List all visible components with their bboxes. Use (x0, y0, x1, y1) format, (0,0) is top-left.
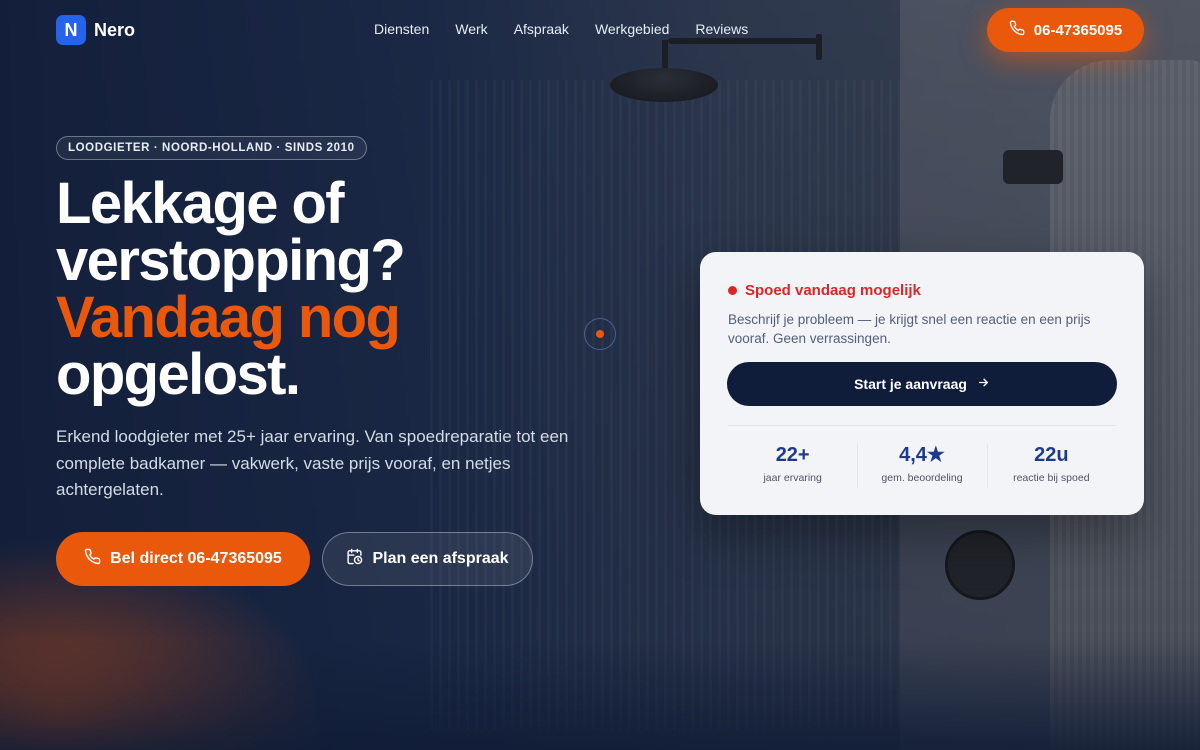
stat-value: 22+ (775, 444, 810, 466)
hero-headline: Lekkage of verstopping? Vandaag nog opge… (56, 171, 616, 407)
nav-item-werkgebied[interactable]: Werkgebied (595, 21, 669, 37)
phone-icon (1009, 20, 1025, 40)
stats-row: 22+ jaar ervaring 4,4★ gem. beoordeling … (728, 442, 1116, 490)
card-description: Beschrijf je probleem — je krijgt snel e… (728, 312, 1091, 346)
phone-icon (84, 548, 101, 570)
nav-item-reviews[interactable]: Reviews (695, 21, 748, 37)
headline-line: Lekkage of (56, 171, 345, 236)
quote-request-card: Spoed vandaag mogelijk Beschrijf je prob… (700, 252, 1144, 515)
hero-lead: Erkend loodgieter met 25+ jaar ervaring.… (56, 427, 569, 499)
stat-label: reactie bij spoed (1013, 472, 1090, 484)
nav-item-werk[interactable]: Werk (455, 21, 487, 37)
headline-line: opgelost. (56, 342, 301, 407)
stat-response-time: 22u reactie bij spoed (986, 442, 1116, 490)
nav-item-diensten[interactable]: Diensten (374, 21, 429, 37)
header-phone-label: 06-47365095 (1033, 21, 1123, 39)
plan-appointment-label: Plan een afspraak (372, 550, 509, 567)
arrow-right-icon (977, 376, 990, 392)
plan-appointment-button[interactable]: Plan een afspraak (322, 532, 533, 586)
logo-name: Nero (94, 19, 136, 40)
logo[interactable]: N Nero (56, 15, 135, 45)
bg-floor-shade (0, 640, 1200, 750)
bg-valve (945, 530, 1015, 600)
stat-value: 4,4★ (899, 444, 945, 466)
site-header: N Nero Diensten Werk Afspraak Werkgebied… (0, 0, 1200, 60)
stat-value: 22u (1034, 444, 1069, 466)
call-now-label: Bel direct 06-47365095 (110, 550, 282, 567)
hero-badge: LOODGIETER · NOORD-HOLLAND · SINDS 2010 (56, 136, 367, 160)
status-dot-icon (728, 286, 737, 295)
calendar-clock-icon (346, 548, 363, 570)
stat-experience: 22+ jaar ervaring (728, 442, 857, 490)
nav-item-afspraak[interactable]: Afspraak (514, 21, 569, 37)
card-divider (728, 425, 1116, 426)
start-request-button[interactable]: Start je aanvraag (727, 362, 1117, 406)
call-now-button[interactable]: Bel direct 06-47365095 (56, 532, 310, 586)
indicator-dot (596, 330, 604, 338)
status-text: Spoed vandaag mogelijk (745, 282, 921, 299)
stat-rating: 4,4★ gem. beoordeling (857, 442, 986, 490)
header-phone-button[interactable]: 06-47365095 (987, 8, 1144, 52)
logo-mark: N (56, 15, 86, 45)
urgent-status: Spoed vandaag mogelijk (728, 282, 921, 299)
headline-accent: Vandaag nog (56, 285, 401, 350)
start-request-label: Start je aanvraag (854, 376, 967, 392)
stat-label: jaar ervaring (763, 472, 822, 484)
main-nav: Diensten Werk Afspraak Werkgebied Review… (374, 21, 748, 37)
bg-towel-bar (1003, 150, 1063, 184)
slide-indicator[interactable] (584, 318, 616, 350)
headline-line: verstopping? (56, 228, 406, 293)
stat-label: gem. beoordeling (881, 472, 963, 484)
bg-shower-head (610, 68, 718, 102)
